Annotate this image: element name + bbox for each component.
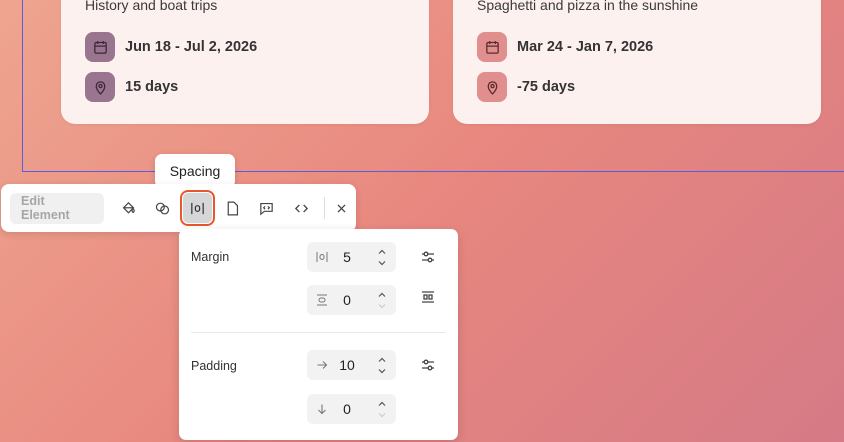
close-icon[interactable]: [327, 193, 356, 223]
sliders-icon[interactable]: [420, 357, 436, 373]
card-duration: 15 days: [125, 79, 179, 95]
card-subtitle: History and boat trips: [85, 0, 218, 13]
margin-vertical-field[interactable]: 0: [307, 285, 396, 315]
margin-label: Margin: [191, 250, 230, 264]
padding-horizontal-field[interactable]: 10: [307, 350, 396, 380]
card-dates: Jun 18 - Jul 2, 2026: [125, 39, 258, 55]
edit-element-button[interactable]: Edit Element: [10, 192, 105, 224]
overlap-circles-icon[interactable]: [149, 193, 178, 223]
spacing-tooltip: Spacing: [155, 154, 235, 188]
toolbar-divider: [324, 197, 326, 219]
spacing-icon[interactable]: [180, 190, 215, 226]
decrement-arrow-icon: [378, 303, 386, 308]
increment-arrow-icon[interactable]: [377, 399, 387, 409]
arrow-right-icon: [307, 359, 337, 371]
location-pin-icon: [477, 72, 507, 102]
padding-horizontal-value[interactable]: 10: [337, 357, 357, 373]
spacing-panel: Margin 5 0 Padding 10 0: [179, 229, 458, 440]
comment-code-icon[interactable]: [252, 193, 281, 223]
margin-horizontal-field[interactable]: 5: [307, 242, 396, 272]
increment-arrow-icon[interactable]: [377, 290, 387, 300]
decrement-arrow-icon[interactable]: [377, 366, 387, 376]
increment-arrow-icon[interactable]: [377, 355, 387, 365]
decrement-arrow-icon[interactable]: [377, 258, 387, 268]
padding-vertical-field[interactable]: 0: [307, 394, 396, 424]
trip-card-left[interactable]: History and boat trips Jun 18 - Jul 2, 2…: [61, 0, 429, 124]
increment-arrow-icon[interactable]: [377, 247, 387, 257]
trip-card-right[interactable]: Spaghetti and pizza in the sunshine Mar …: [453, 0, 821, 124]
calendar-icon: [85, 32, 115, 62]
location-pin-icon: [85, 72, 115, 102]
sliders-icon[interactable]: [420, 249, 436, 265]
paint-bucket-icon[interactable]: [114, 193, 143, 223]
horizontal-spacing-icon: [307, 251, 337, 263]
code-icon[interactable]: [287, 193, 316, 223]
padding-vertical-value[interactable]: 0: [337, 401, 357, 417]
card-duration: -75 days: [517, 79, 576, 95]
card-dates: Mar 24 - Jan 7, 2026: [517, 39, 654, 55]
margin-vertical-value[interactable]: 0: [337, 292, 357, 308]
vertical-spacing-icon: [307, 294, 337, 306]
arrow-down-icon: [307, 403, 337, 415]
padding-label: Padding: [191, 359, 237, 373]
page-icon[interactable]: [218, 193, 247, 223]
margin-horizontal-value[interactable]: 5: [337, 249, 357, 265]
calendar-icon: [477, 32, 507, 62]
card-subtitle: Spaghetti and pizza in the sunshine: [477, 0, 699, 13]
panel-divider: [191, 332, 446, 333]
split-spacing-icon[interactable]: [420, 289, 436, 305]
decrement-arrow-icon: [378, 412, 386, 417]
element-toolbar: Edit Element: [1, 184, 356, 232]
